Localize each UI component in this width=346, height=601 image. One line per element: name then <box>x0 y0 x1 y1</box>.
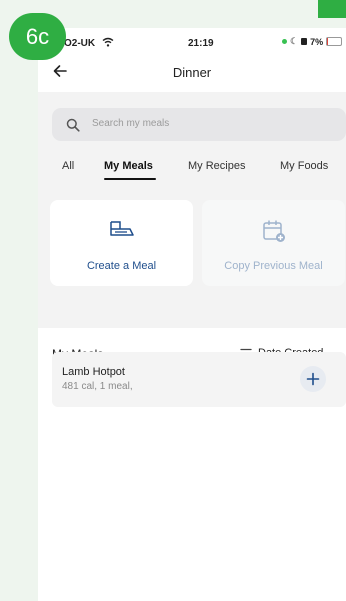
tray-icon <box>109 221 134 236</box>
phone-screen: O2-UK 21:19 ☾ 7% Dinner Search my meals <box>38 28 346 601</box>
lock-icon <box>301 38 308 45</box>
step-badge: 6c <box>9 13 66 60</box>
meal-details: 481 cal, 1 meal, <box>62 381 133 392</box>
add-meal-button[interactable] <box>300 366 326 392</box>
copy-previous-meal-button[interactable]: Copy Previous Meal <box>202 200 345 286</box>
status-bar: O2-UK 21:19 ☾ 7% <box>38 28 346 56</box>
calendar-plus-icon <box>262 220 285 242</box>
create-meal-label: Create a Meal <box>86 260 157 272</box>
search-placeholder: Search my meals <box>92 118 170 129</box>
status-time: 21:19 <box>188 38 214 49</box>
battery-icon <box>326 37 343 46</box>
tab-my-recipes[interactable]: My Recipes <box>188 160 245 172</box>
meal-list-item[interactable]: Lamb Hotpot 481 cal, 1 meal, <box>52 352 346 407</box>
meals-controls: Search my meals All My Meals My Recipes … <box>38 92 346 328</box>
wifi-icon <box>102 37 114 47</box>
active-tab-underline <box>104 178 156 180</box>
tab-my-meals[interactable]: My Meals <box>104 160 153 172</box>
tab-bar: All My Meals My Recipes My Foods <box>38 154 346 184</box>
carrier-label: O2-UK <box>64 38 96 49</box>
green-corner-tab <box>318 0 346 18</box>
status-indicators: ☾ 7% <box>282 36 343 47</box>
nav-bar: Dinner <box>38 56 346 92</box>
tab-all[interactable]: All <box>62 160 74 172</box>
plus-icon <box>306 372 320 386</box>
create-meal-button[interactable]: Create a Meal <box>50 200 193 286</box>
tab-my-foods[interactable]: My Foods <box>280 160 328 172</box>
battery-percent: 7% <box>310 36 324 47</box>
moon-icon: ☾ <box>290 36 299 46</box>
copy-previous-meal-label: Copy Previous Meal <box>224 260 323 272</box>
privacy-dot-icon <box>282 39 287 44</box>
search-input[interactable]: Search my meals <box>52 108 346 141</box>
search-icon <box>66 118 80 132</box>
meal-name: Lamb Hotpot <box>62 366 125 378</box>
page-title: Dinner <box>172 65 212 80</box>
